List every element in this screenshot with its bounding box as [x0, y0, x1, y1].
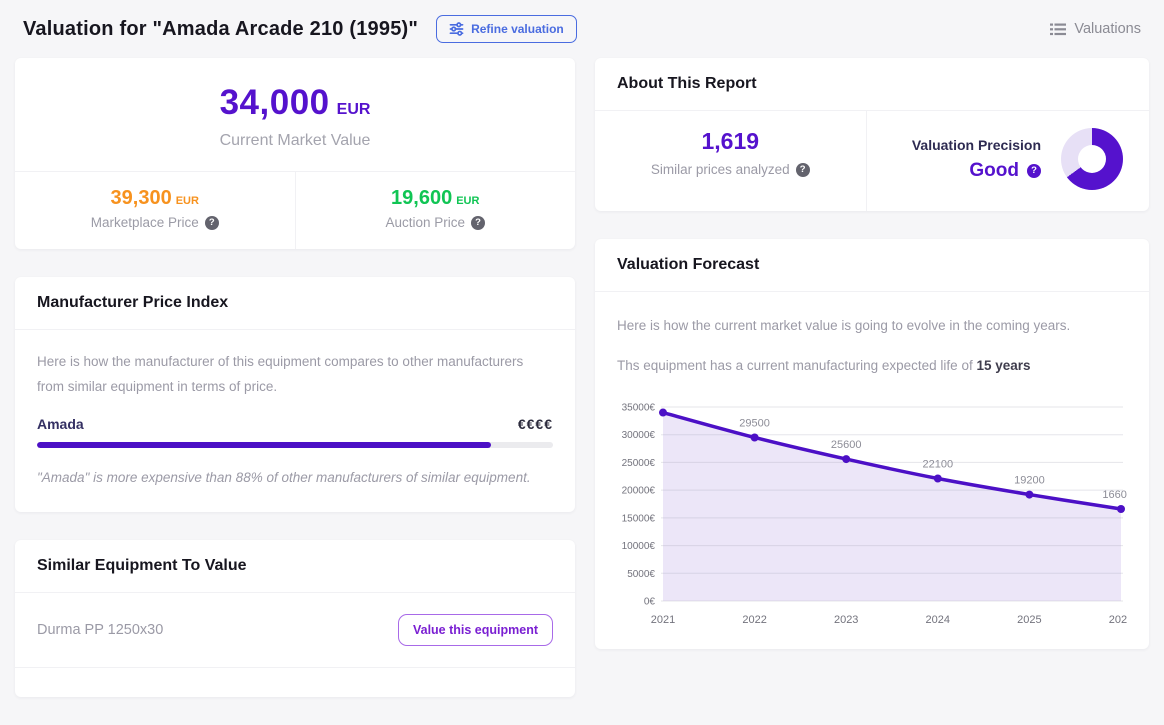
market-value-amount: 34,000	[220, 83, 330, 122]
page-title: Valuation for "Amada Arcade 210 (1995)"	[23, 18, 418, 41]
similar-equipment-title: Similar Equipment To Value	[15, 540, 575, 593]
similar-prices-cell: 1,619 Similar prices analyzed ?	[595, 111, 866, 211]
list-icon	[1050, 23, 1066, 36]
svg-text:15000€: 15000€	[622, 513, 656, 524]
forecast-description: Here is how the current market value is …	[617, 314, 1127, 338]
marketplace-label: Marketplace Price	[91, 215, 199, 230]
marketplace-price: 39,300 EUR Marketplace Price ?	[15, 172, 295, 249]
market-value-card: 34,000 EUR Current Market Value 39,300 EUR…	[15, 58, 575, 249]
equipment-list-item: Durma PP 1250x30 Value this equipment	[15, 593, 575, 667]
similar-prices-label: Similar prices analyzed	[651, 162, 790, 177]
svg-text:2023: 2023	[834, 614, 858, 626]
svg-text:2026: 2026	[1109, 614, 1127, 626]
equipment-name: Durma PP 1250x30	[37, 622, 163, 638]
marketplace-currency: EUR	[176, 195, 199, 207]
valuation-precision-value: Good	[969, 160, 1019, 182]
refine-valuation-label: Refine valuation	[471, 22, 564, 36]
manufacturer-index-note: "Amada" is more expensive than 88% of ot…	[37, 466, 553, 490]
manufacturer-index-description: Here is how the manufacturer of this equ…	[37, 350, 553, 400]
about-report-title: About This Report	[595, 58, 1149, 111]
svg-text:35000€: 35000€	[622, 402, 656, 413]
auction-label: Auction Price	[385, 215, 465, 230]
valuation-forecast-title: Valuation Forecast	[595, 239, 1149, 292]
manufacturer-index-title: Manufacturer Price Index	[15, 277, 575, 330]
auction-help-icon[interactable]: ?	[471, 216, 485, 230]
manufacturer-name: Amada	[37, 416, 84, 432]
svg-text:25000€: 25000€	[622, 458, 656, 469]
svg-text:19200: 19200	[1014, 474, 1045, 486]
svg-text:30000€: 30000€	[622, 430, 656, 441]
right-column: About This Report 1,619 Similar prices a…	[595, 58, 1149, 677]
valuation-precision-cell: Valuation Precision Good ?	[866, 111, 1150, 211]
auction-currency: EUR	[456, 195, 479, 207]
market-value-label: Current Market Value	[35, 132, 555, 150]
svg-text:25600: 25600	[831, 439, 862, 451]
svg-text:2021: 2021	[651, 614, 675, 626]
forecast-line-chart: 0€ 5000€ 10000€ 15000€ 20000€ 25000€ 30000€ 350…	[617, 395, 1127, 633]
top-bar: Valuation for "Amada Arcade 210 (1995)" …	[15, 0, 1149, 58]
svg-text:2025: 2025	[1017, 614, 1041, 626]
marketplace-help-icon[interactable]: ?	[205, 216, 219, 230]
svg-text:22100: 22100	[923, 458, 954, 470]
sliders-icon	[449, 22, 464, 36]
svg-text:29500: 29500	[739, 417, 770, 429]
manufacturer-index-card: Manufacturer Price Index Here is how the…	[15, 277, 575, 512]
auction-amount: 19,600	[391, 187, 452, 209]
valuations-label: Valuations	[1074, 21, 1141, 37]
similar-prices-count: 1,619	[609, 128, 852, 155]
precision-help-icon[interactable]: ?	[1027, 164, 1041, 178]
svg-text:5000€: 5000€	[627, 568, 655, 579]
expected-life-value: 15 years	[976, 358, 1030, 373]
svg-text:10000€: 10000€	[622, 541, 656, 552]
valuations-link[interactable]: Valuations	[1050, 21, 1141, 37]
svg-text:2024: 2024	[926, 614, 950, 626]
valuation-page: Valuation for "Amada Arcade 210 (1995)" …	[0, 0, 1164, 661]
valuation-precision-label: Valuation Precision	[912, 137, 1041, 153]
svg-text:16600: 16600	[1102, 489, 1127, 501]
price-index-fill	[37, 442, 491, 448]
similar-prices-help-icon[interactable]: ?	[796, 163, 810, 177]
market-value-currency: EUR	[337, 101, 371, 118]
about-report-card: About This Report 1,619 Similar prices a…	[595, 58, 1149, 211]
marketplace-amount: 39,300	[111, 187, 172, 209]
precision-donut-chart	[1061, 128, 1123, 190]
forecast-life-text: Ths equipment has a current manufacturin…	[617, 354, 1127, 378]
auction-price: 19,600 EUR Auction Price ?	[295, 172, 576, 249]
price-index-bar	[37, 442, 553, 448]
list-divider	[15, 667, 575, 697]
svg-text:0€: 0€	[644, 596, 656, 607]
current-market-value: 34,000 EUR Current Market Value	[15, 58, 575, 171]
left-column: 34,000 EUR Current Market Value 39,300 EUR…	[15, 58, 575, 725]
refine-valuation-button[interactable]: Refine valuation	[436, 15, 577, 43]
svg-text:2022: 2022	[742, 614, 766, 626]
valuation-forecast-card: Valuation Forecast Here is how the curre…	[595, 239, 1149, 649]
price-level: €€€€	[518, 416, 553, 432]
similar-equipment-card: Similar Equipment To Value Durma PP 1250…	[15, 540, 575, 697]
value-equipment-button[interactable]: Value this equipment	[398, 614, 553, 646]
secondary-prices-row: 39,300 EUR Marketplace Price ? 19,600 EUR …	[15, 171, 575, 249]
svg-text:20000€: 20000€	[622, 485, 656, 496]
